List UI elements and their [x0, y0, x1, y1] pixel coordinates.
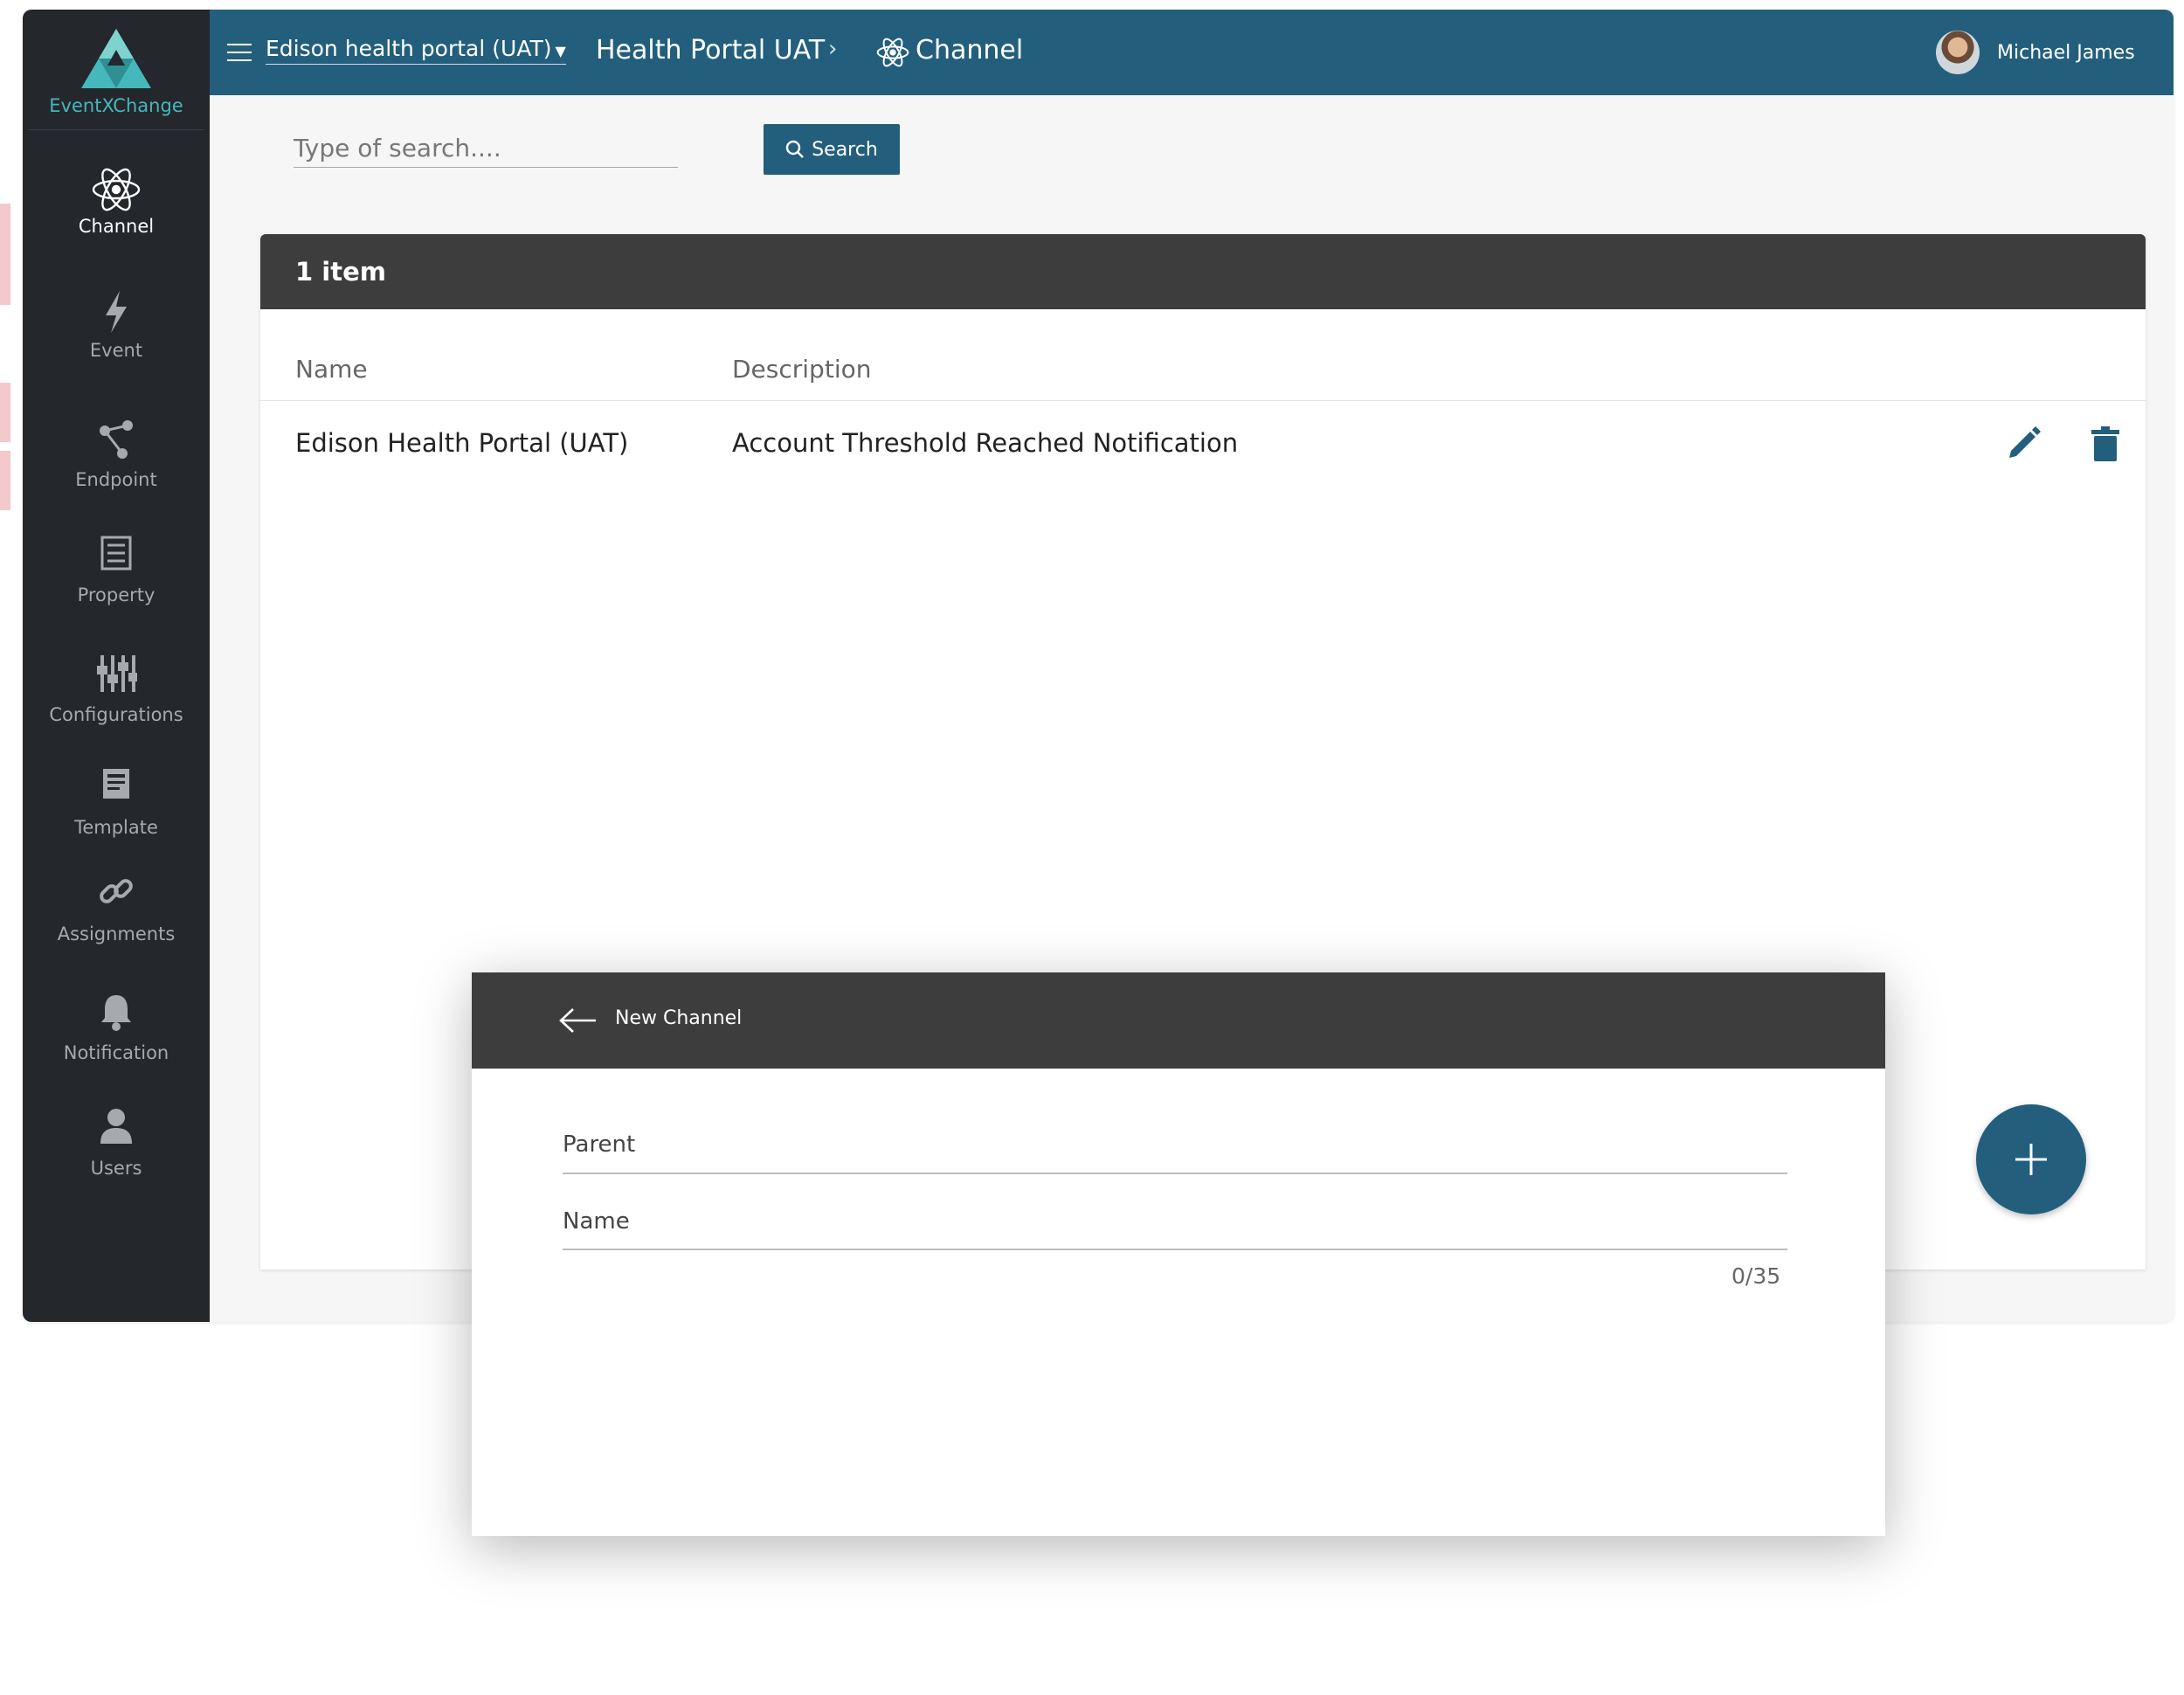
header-divider — [260, 400, 2146, 401]
item-count: 1 item — [295, 257, 386, 287]
sidebar-item-endpoint[interactable]: Endpoint — [23, 419, 210, 490]
side-marker-1 — [0, 204, 10, 305]
sidebar-divider — [28, 129, 204, 130]
sidebar-item-users[interactable]: Users — [23, 1107, 210, 1179]
side-marker-2 — [0, 383, 10, 442]
search-icon — [786, 140, 805, 158]
search-button[interactable]: Search — [764, 124, 900, 175]
name-field[interactable] — [563, 1249, 1787, 1250]
sidebar-item-event[interactable]: Event — [23, 289, 210, 361]
dialog-header: New Channel — [472, 972, 1885, 1069]
delete-icon[interactable] — [2091, 426, 2119, 465]
sidebar-item-configurations[interactable]: Configurations — [23, 654, 210, 725]
breadcrumb-project[interactable]: Health Portal UAT — [596, 35, 825, 66]
name-char-counter: 0/35 — [1731, 1263, 1781, 1289]
sidebar-item-label: Users — [90, 1158, 142, 1179]
atom-icon — [23, 165, 210, 216]
side-marker-3 — [0, 451, 10, 510]
sidebar-item-label: Endpoint — [75, 469, 157, 490]
lightning-icon — [23, 289, 210, 340]
sidebar-item-label: Channel — [78, 216, 155, 237]
bell-icon — [23, 992, 210, 1042]
hamburger-menu-icon[interactable] — [227, 43, 252, 66]
share-nodes-icon — [23, 419, 210, 469]
row-description: Account Threshold Reached Notification — [732, 428, 1239, 458]
sidebar-item-label: Assignments — [57, 924, 176, 944]
plus-icon — [2015, 1144, 2047, 1175]
sidebar-item-label: Template — [74, 817, 158, 838]
sidebar-item-property[interactable]: Property — [23, 534, 210, 605]
sidebar-item-channel[interactable]: Channel — [23, 165, 210, 237]
new-channel-dialog: New Channel Parent Name 0/35 — [472, 972, 1885, 1536]
parent-field[interactable] — [563, 1173, 1787, 1174]
sliders-icon — [23, 654, 210, 704]
dialog-title: New Channel — [615, 1007, 743, 1029]
document-icon — [23, 766, 210, 817]
edit-icon[interactable] — [2006, 425, 2042, 465]
sidebar-item-label: Notification — [63, 1042, 169, 1063]
sidebar-item-label: Property — [77, 585, 156, 605]
top-bar: Edison health portal (UAT) ▼ Health Porta… — [210, 10, 2174, 95]
sidebar-item-assignments[interactable]: Assignments — [23, 873, 210, 944]
sidebar: EventXChange Channel Event Endpoint Prop… — [23, 10, 210, 1322]
sidebar-item-notification[interactable]: Notification — [23, 992, 210, 1063]
name-field-label[interactable]: Name — [563, 1208, 630, 1235]
sidebar-item-label: Event — [89, 340, 143, 361]
user-name[interactable]: Michael James — [1997, 42, 2135, 64]
avatar[interactable] — [1936, 31, 1980, 74]
add-channel-button[interactable] — [1976, 1104, 2086, 1214]
search-input[interactable] — [294, 128, 678, 168]
column-header-name[interactable]: Name — [295, 355, 368, 384]
user-icon — [23, 1107, 210, 1158]
row-name: Edison Health Portal (UAT) — [295, 428, 629, 458]
chevron-right-icon: › — [828, 36, 838, 62]
parent-field-label[interactable]: Parent — [563, 1131, 635, 1158]
brand-name: EventXChange — [49, 95, 183, 116]
logo-icon — [81, 29, 151, 88]
portal-select[interactable]: Edison health portal (UAT) ▼ — [266, 36, 566, 65]
sidebar-item-label: Configurations — [49, 704, 183, 725]
brand-logo[interactable]: EventXChange — [23, 27, 210, 116]
portal-select-value: Edison health portal (UAT) — [266, 36, 552, 61]
link-icon — [23, 873, 210, 924]
breadcrumb-current: Channel — [916, 35, 1024, 66]
sidebar-item-template[interactable]: Template — [23, 766, 210, 838]
atom-icon — [875, 36, 910, 73]
search-button-label: Search — [812, 138, 878, 161]
list-icon — [23, 534, 210, 585]
back-arrow-icon[interactable] — [559, 1007, 598, 1037]
list-header: 1 item — [260, 234, 2146, 309]
caret-down-icon: ▼ — [555, 43, 566, 59]
column-header-description[interactable]: Description — [732, 355, 871, 384]
